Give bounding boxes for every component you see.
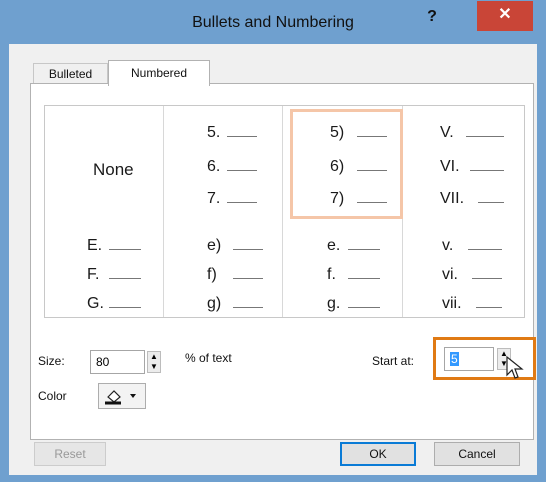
- color-picker-button[interactable]: [98, 383, 146, 409]
- list-line: [233, 307, 263, 308]
- list-item-label: vi.: [442, 266, 458, 283]
- reset-button[interactable]: Reset: [34, 442, 106, 466]
- none-label: None: [93, 160, 134, 179]
- paint-bucket-icon: [105, 390, 136, 405]
- title-bar: Bullets and Numbering ? ✕: [1, 1, 545, 44]
- list-line: [348, 249, 380, 250]
- list-item-label: f): [207, 266, 217, 283]
- numbering-option-upper-alpha[interactable]: E. F. G.: [45, 213, 161, 317]
- list-item-label: G.: [87, 295, 104, 312]
- cancel-button[interactable]: Cancel: [434, 442, 520, 466]
- list-line: [227, 170, 257, 171]
- numbering-option-lower-alpha-paren[interactable]: e) f) g): [163, 213, 281, 317]
- list-line: [476, 307, 502, 308]
- list-line: [478, 202, 504, 203]
- list-line: [472, 278, 502, 279]
- numbering-option-arabic-period[interactable]: 5. 6. 7.: [163, 106, 281, 211]
- spinner-down-icon: ▼: [150, 362, 158, 371]
- dialog-window: Bullets and Numbering ? ✕ Bulleted Numbe…: [0, 0, 546, 482]
- ok-button[interactable]: OK: [340, 442, 416, 466]
- list-item-label: vii.: [442, 295, 462, 312]
- size-label: Size:: [38, 354, 65, 368]
- list-item-label: VI.: [440, 158, 460, 175]
- list-line: [470, 170, 504, 171]
- list-item-label: f.: [327, 266, 336, 283]
- list-item-label: V.: [440, 124, 454, 141]
- list-item-label: 5.: [207, 124, 221, 141]
- list-line: [468, 249, 502, 250]
- list-item-label: g.: [327, 295, 341, 312]
- tab-numbered-label: Numbered: [130, 66, 188, 80]
- list-item-label: 7.: [207, 190, 221, 207]
- list-item-label: v.: [442, 237, 454, 254]
- selected-option-outline: [290, 109, 403, 219]
- list-item-label: VII.: [440, 190, 465, 207]
- size-input[interactable]: 80: [90, 350, 145, 374]
- numbering-option-upper-roman[interactable]: V. VI. VII.: [402, 106, 524, 211]
- list-line: [466, 136, 504, 137]
- list-item-label: 6.: [207, 158, 221, 175]
- dialog-title: Bullets and Numbering: [192, 14, 354, 31]
- spinner-up-icon: ▲: [150, 352, 158, 361]
- list-item-label: F.: [87, 266, 100, 283]
- list-line: [109, 307, 141, 308]
- close-button[interactable]: ✕: [477, 1, 533, 31]
- list-line: [109, 278, 141, 279]
- list-line: [109, 249, 141, 250]
- start-at-label: Start at:: [372, 354, 415, 368]
- mouse-pointer-icon: [506, 356, 524, 379]
- list-line: [227, 136, 257, 137]
- numbering-option-none[interactable]: None: [45, 106, 161, 211]
- list-line: [233, 249, 263, 250]
- tab-bulleted-label: Bulleted: [48, 67, 93, 81]
- tab-bulleted[interactable]: Bulleted: [33, 63, 108, 84]
- tab-numbered[interactable]: Numbered: [108, 60, 210, 86]
- size-suffix: % of text: [185, 351, 232, 365]
- color-label: Color: [38, 389, 67, 403]
- list-item-label: g): [207, 295, 222, 312]
- list-item-label: E.: [87, 237, 103, 254]
- help-button[interactable]: ?: [419, 6, 445, 32]
- list-item-label: e): [207, 237, 222, 254]
- list-line: [348, 278, 380, 279]
- size-spinner[interactable]: ▲ ▼: [147, 351, 161, 373]
- list-item-label: e.: [327, 237, 341, 254]
- numbering-option-lower-roman[interactable]: v. vi. vii.: [402, 213, 524, 317]
- list-line: [348, 307, 380, 308]
- list-line: [227, 202, 257, 203]
- list-line: [233, 278, 263, 279]
- numbering-option-lower-alpha-period[interactable]: e. f. g.: [282, 213, 400, 317]
